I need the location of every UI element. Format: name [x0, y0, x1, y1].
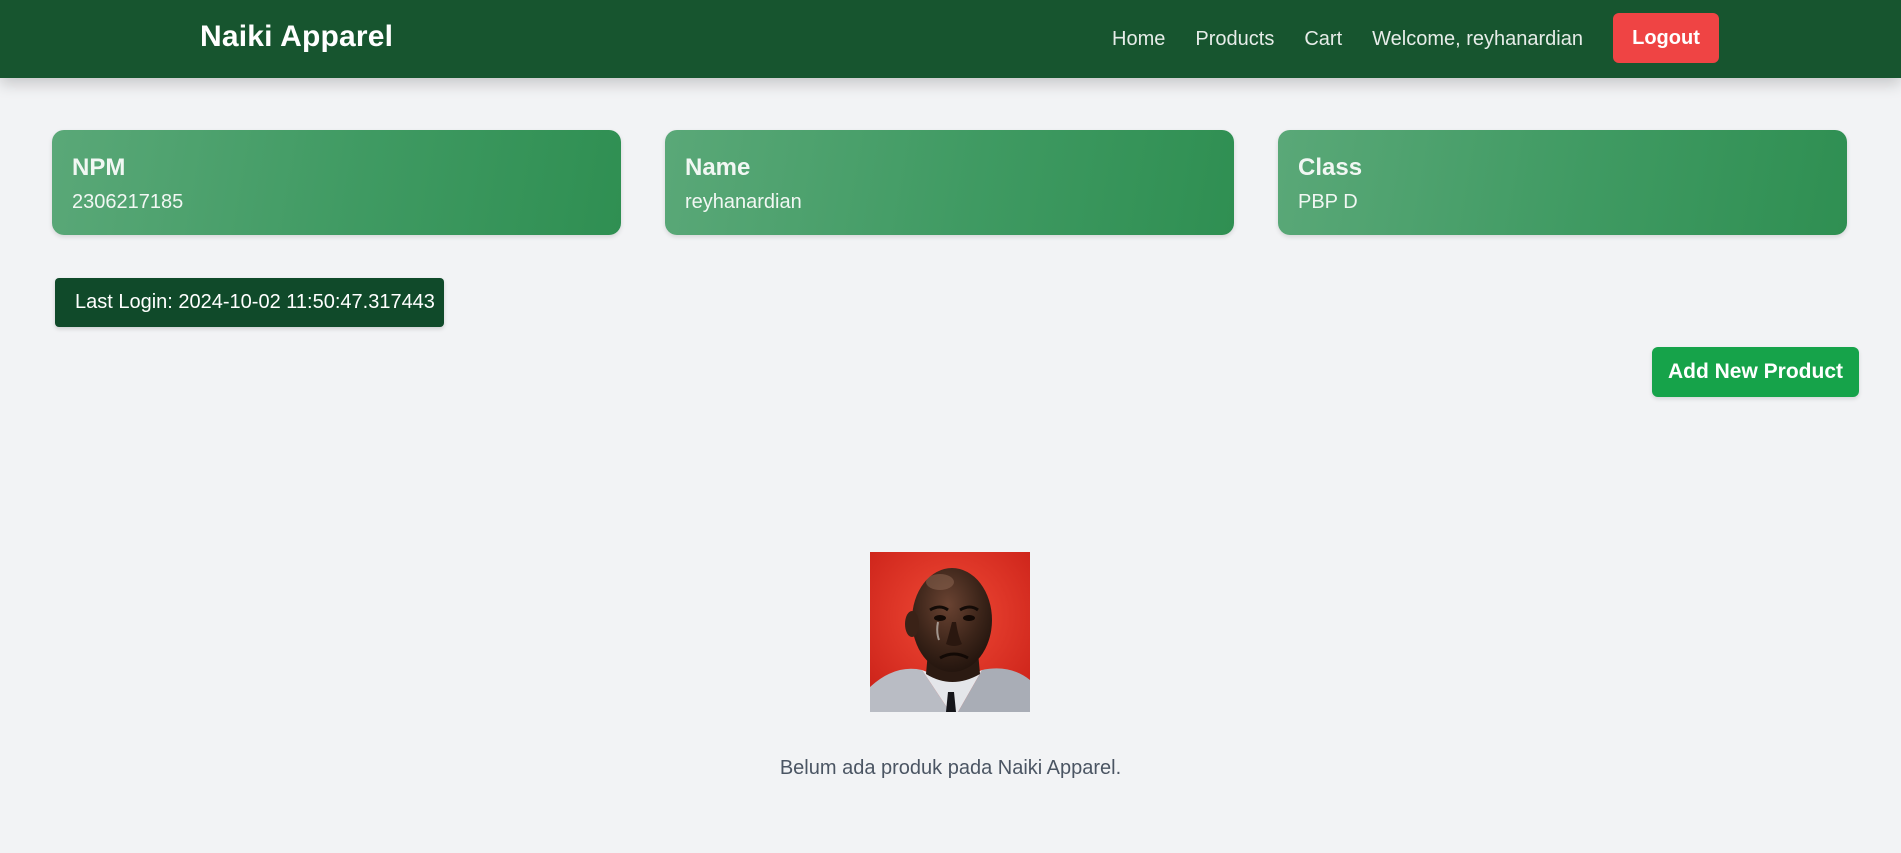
nav-link-cart[interactable]: Cart	[1304, 28, 1342, 51]
navbar: Naiki Apparel Home Products Cart Welcome…	[0, 0, 1901, 78]
card-title: Name	[685, 154, 751, 181]
card-value: PBP D	[1298, 191, 1358, 213]
nav-link-products[interactable]: Products	[1195, 28, 1274, 51]
last-login-badge: Last Login: 2024-10-02 11:50:47.317443	[55, 278, 444, 327]
nav-links: Home Products Cart Welcome, reyhanardian	[1112, 28, 1583, 51]
empty-state-message: Belum ada produk pada Naiki Apparel.	[779, 757, 1122, 779]
card-title: NPM	[72, 154, 126, 181]
sad-face-photo-icon-graphic	[870, 552, 1030, 712]
card-value: 2306217185	[72, 191, 184, 213]
card-value: reyhanardian	[685, 191, 802, 213]
nav-link-home[interactable]: Home	[1112, 28, 1165, 51]
add-new-product-button[interactable]: Add New Product	[1652, 347, 1859, 397]
npm-card: NPM 2306217185	[52, 130, 621, 235]
name-card: Name reyhanardian	[665, 130, 1234, 235]
info-cards: NPM 2306217185 Name reyhanardian Class P…	[52, 130, 1847, 235]
brand-logo-text[interactable]: Naiki Apparel	[200, 20, 393, 54]
class-card: Class PBP D	[1278, 130, 1847, 235]
logout-button[interactable]: Logout	[1613, 13, 1719, 63]
card-title: Class	[1298, 154, 1363, 181]
welcome-text: Welcome, reyhanardian	[1372, 28, 1583, 50]
sad-face-photo-icon	[870, 552, 1030, 712]
